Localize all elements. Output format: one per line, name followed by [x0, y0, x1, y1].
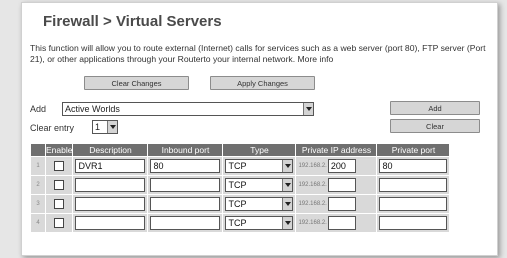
- description-input[interactable]: [75, 216, 146, 230]
- row-index: 2: [30, 175, 46, 195]
- chevron-down-icon: [282, 160, 293, 172]
- type-value: TCP: [228, 180, 247, 190]
- type-select[interactable]: TCP: [225, 159, 294, 173]
- enable-checkbox[interactable]: [54, 218, 65, 229]
- service-select[interactable]: Active Worlds: [62, 102, 314, 116]
- inbound-port-input[interactable]: 80: [150, 159, 221, 173]
- ip-last-octet-input[interactable]: 200: [327, 159, 356, 173]
- ip-last-octet-input[interactable]: [327, 216, 356, 230]
- chevron-down-icon: [282, 198, 293, 210]
- page-description: This function will allow you to route ex…: [30, 43, 486, 64]
- private-port-input[interactable]: 80: [379, 159, 448, 173]
- row-index: 4: [30, 213, 46, 233]
- type-value: TCP: [228, 161, 247, 171]
- virtual-servers-table: Enable Description Inbound port Type Pri…: [30, 143, 451, 233]
- ip-prefix: 192.168.2.: [298, 201, 327, 207]
- clear-entry-value: 1: [95, 122, 101, 132]
- chevron-down-icon: [303, 103, 313, 115]
- type-value: TCP: [228, 218, 247, 228]
- header-type: Type: [222, 143, 297, 157]
- header-inbound-port: Inbound port: [147, 143, 224, 157]
- page-title: Firewall > Virtual Servers: [43, 13, 222, 30]
- table-row: 2 TCP 192.168.2.: [30, 175, 451, 195]
- inbound-port-input[interactable]: [150, 178, 221, 192]
- type-value: TCP: [228, 199, 247, 209]
- table-row: 1 DVR1 80 TCP 192.168.2. 200 80: [30, 156, 451, 176]
- header-enable: Enable: [44, 143, 74, 157]
- inbound-port-input[interactable]: [150, 216, 221, 230]
- chevron-down-icon: [282, 179, 293, 191]
- type-select[interactable]: TCP: [225, 197, 294, 211]
- private-port-input[interactable]: [379, 178, 448, 192]
- virtual-servers-panel: Firewall > Virtual Servers This function…: [21, 2, 498, 256]
- private-port-input[interactable]: [379, 216, 448, 230]
- header-private-port: Private port: [376, 143, 451, 157]
- chevron-down-icon: [107, 121, 117, 133]
- add-label: Add: [30, 104, 47, 114]
- table-row: 4 TCP 192.168.2.: [30, 213, 451, 233]
- clear-changes-button[interactable]: Clear Changes: [84, 76, 189, 90]
- header-index: [30, 143, 46, 157]
- description-input[interactable]: [75, 178, 146, 192]
- type-select[interactable]: TCP: [225, 178, 294, 192]
- row-index: 1: [30, 156, 46, 176]
- ip-prefix: 192.168.2.: [298, 182, 327, 188]
- clear-entry-select[interactable]: 1: [92, 120, 118, 134]
- enable-checkbox[interactable]: [54, 199, 65, 210]
- header-description: Description: [72, 143, 149, 157]
- ip-last-octet-input[interactable]: [327, 178, 356, 192]
- clear-entry-label: Clear entry: [30, 123, 75, 133]
- description-input[interactable]: DVR1: [75, 159, 146, 173]
- row-index: 3: [30, 194, 46, 214]
- private-port-input[interactable]: [379, 197, 448, 211]
- table-header-row: Enable Description Inbound port Type Pri…: [30, 143, 451, 157]
- type-select[interactable]: TCP: [225, 216, 294, 230]
- chevron-down-icon: [282, 217, 293, 229]
- apply-changes-button[interactable]: Apply Changes: [210, 76, 315, 90]
- ip-last-octet-input[interactable]: [327, 197, 356, 211]
- enable-checkbox[interactable]: [54, 180, 65, 191]
- inbound-port-input[interactable]: [150, 197, 221, 211]
- header-private-ip: Private IP address: [295, 143, 378, 157]
- add-button[interactable]: Add: [390, 101, 480, 115]
- ip-prefix: 192.168.2.: [298, 220, 327, 226]
- description-input[interactable]: [75, 197, 146, 211]
- enable-checkbox[interactable]: [54, 161, 65, 172]
- clear-button[interactable]: Clear: [390, 119, 480, 133]
- ip-prefix: 192.168.2.: [298, 163, 327, 169]
- table-row: 3 TCP 192.168.2.: [30, 194, 451, 214]
- service-select-value: Active Worlds: [65, 104, 120, 114]
